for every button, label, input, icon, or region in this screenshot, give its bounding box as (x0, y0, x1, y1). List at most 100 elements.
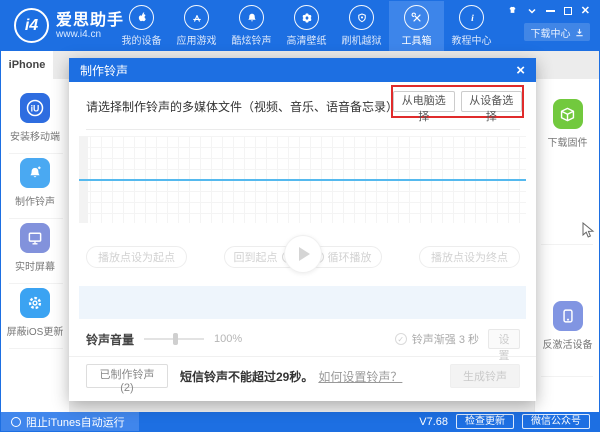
sms-length-hint: 短信铃声不能超过29秒。 (180, 369, 314, 384)
sidebar-item-install-mobile[interactable]: iU 安装移动端 (1, 93, 69, 143)
tools-sidebar: iU 安装移动端 制作铃声 实时屏幕 屏蔽iOS更新 (1, 79, 69, 412)
fade-in-toggle[interactable]: ✓ 铃声渐强 3 秒 (394, 331, 479, 347)
nav-flash-jailbreak[interactable]: 刷机越狱 (334, 1, 389, 51)
minimize-icon[interactable] (545, 10, 555, 12)
nav-apps-games[interactable]: 应用游戏 (169, 1, 224, 51)
tutorial-icon: i (459, 5, 484, 30)
app-window: i4 爱思助手 www.i4.cn 我的设备 应用游戏 酷炫铃声 高清壁纸 刷机… (0, 0, 600, 432)
set-start-button[interactable]: 播放点设为起点 (86, 246, 187, 268)
maximize-icon[interactable] (563, 7, 572, 15)
divider (9, 153, 63, 154)
dialog-footer: 已制作铃声 (2) 短信铃声不能超过29秒。 如何设置铃声？ 生成铃声 (86, 364, 520, 394)
generate-ringtone-button[interactable]: 生成铃声 (450, 364, 520, 388)
sidebar-item-label: 安装移动端 (10, 132, 60, 143)
i4-app-icon: iU (20, 93, 50, 123)
play-button[interactable] (283, 235, 322, 273)
close-icon[interactable]: × (516, 63, 525, 78)
download-center-label: 下载中心 (530, 28, 571, 40)
volume-slider[interactable] (144, 333, 205, 345)
tab-iphone[interactable]: iPhone (1, 51, 53, 79)
volume-label: 铃声音量 (86, 332, 135, 347)
wallpaper-icon (294, 5, 319, 30)
set-end-button[interactable]: 播放点设为终点 (419, 246, 520, 268)
ringtone-maker-dialog: 制作铃声 × 请选择制作铃声的多媒体文件（视频、音乐、语音备忘录） 从电脑选择 … (69, 58, 536, 401)
chevron-down-icon[interactable] (527, 7, 537, 15)
toolbox-icon (404, 5, 429, 30)
jailbreak-icon (349, 5, 374, 30)
main-nav: 我的设备 应用游戏 酷炫铃声 高清壁纸 刷机越狱 工具箱 i 教程中心 (114, 1, 499, 51)
nav-label: 我的设备 (121, 36, 162, 47)
nav-tutorial-center[interactable]: i 教程中心 (444, 1, 499, 51)
block-itunes-label: 阻止iTunes自动运行 (26, 416, 125, 429)
volume-slider-handle[interactable] (173, 333, 179, 345)
fade-in-label: 铃声渐强 3 秒 (411, 334, 479, 346)
skin-icon[interactable] (507, 6, 518, 16)
divider (9, 283, 63, 284)
bell-plus-icon (20, 158, 50, 188)
wechat-official-button[interactable]: 微信公众号 (522, 414, 590, 429)
highlight-annotation: 从电脑选择 从设备选择 (391, 85, 524, 123)
nav-label: 刷机越狱 (341, 36, 382, 47)
nav-toolbox[interactable]: 工具箱 (389, 1, 444, 51)
gear-icon (20, 288, 50, 318)
divider (9, 218, 63, 219)
made-ringtones-button[interactable]: 已制作铃声 (2) (86, 364, 168, 394)
selection-strip (79, 286, 526, 319)
select-from-pc-button[interactable]: 从电脑选择 (393, 91, 455, 123)
select-from-device-button[interactable]: 从设备选择 (460, 91, 522, 123)
nav-my-device[interactable]: 我的设备 (114, 1, 169, 51)
version-label: V7.68 (419, 415, 448, 428)
divider (69, 356, 536, 357)
divider (9, 348, 63, 349)
fade-settings-button[interactable]: 设置 (488, 329, 520, 362)
divider (541, 244, 593, 245)
block-itunes-toggle[interactable]: 阻止iTunes自动运行 (1, 412, 139, 431)
waveform-baseline (79, 179, 526, 181)
nav-cool-ringtones[interactable]: 酷炫铃声 (224, 1, 279, 51)
tools-rightpanel: 下载固件 反激活设备 (534, 79, 599, 412)
dialog-body: 请选择制作铃声的多媒体文件（视频、音乐、语音备忘录） 从电脑选择 从设备选择 播… (69, 82, 536, 401)
sidebar-item-make-ringtone[interactable]: 制作铃声 (1, 158, 69, 208)
divider (541, 376, 593, 377)
dialog-title: 制作铃声 (80, 63, 129, 78)
check-icon: ✓ (394, 333, 407, 345)
loop-play-label: 循环播放 (327, 252, 372, 264)
cube-icon (552, 99, 583, 129)
svg-text:i: i (471, 13, 474, 24)
waveform-area[interactable] (79, 136, 526, 223)
download-icon (575, 28, 583, 36)
svg-text:iU: iU (31, 103, 40, 113)
status-right: V7.68 检查更新 微信公众号 (419, 414, 599, 429)
bell-icon (239, 5, 264, 30)
nav-label: 高清壁纸 (286, 36, 327, 47)
sidebar-item-block-ios-update[interactable]: 屏蔽iOS更新 (1, 288, 69, 338)
download-center-button[interactable]: 下载中心 (524, 23, 590, 41)
nav-label: 应用游戏 (176, 36, 217, 47)
back-to-start-label: 回到起点 (233, 252, 278, 264)
logo-icon: i4 (14, 8, 49, 43)
panel-item-deactivate-device[interactable]: 反激活设备 (535, 301, 599, 351)
device-icon (552, 301, 583, 331)
instruction-text: 请选择制作铃声的多媒体文件（视频、音乐、语音备忘录） (86, 100, 399, 114)
check-update-button[interactable]: 检查更新 (456, 414, 514, 429)
nav-label: 教程中心 (451, 36, 492, 47)
nav-hd-wallpapers[interactable]: 高清壁纸 (279, 1, 334, 51)
play-icon (299, 247, 310, 261)
panel-item-label: 下载固件 (547, 138, 588, 149)
how-to-set-ringtone-link[interactable]: 如何设置铃声？ (318, 368, 402, 385)
panel-item-download-firmware[interactable]: 下载固件 (535, 99, 599, 149)
dialog-titlebar: 制作铃声 × (69, 58, 536, 82)
app-logo: i4 爱思助手 www.i4.cn (14, 8, 124, 43)
radio-icon (11, 416, 21, 427)
appstore-icon (184, 5, 209, 30)
window-controls: ✕ (507, 5, 590, 17)
sidebar-item-live-screen[interactable]: 实时屏幕 (1, 223, 69, 273)
divider (86, 129, 520, 130)
nav-label: 工具箱 (401, 36, 432, 47)
status-bar: 阻止iTunes自动运行 V7.68 检查更新 微信公众号 (1, 412, 599, 431)
monitor-icon (20, 223, 50, 253)
panel-item-label: 反激活设备 (542, 340, 593, 351)
close-window-icon[interactable]: ✕ (581, 6, 590, 17)
sidebar-item-label: 实时屏幕 (15, 262, 55, 273)
nav-label: 酷炫铃声 (231, 36, 272, 47)
